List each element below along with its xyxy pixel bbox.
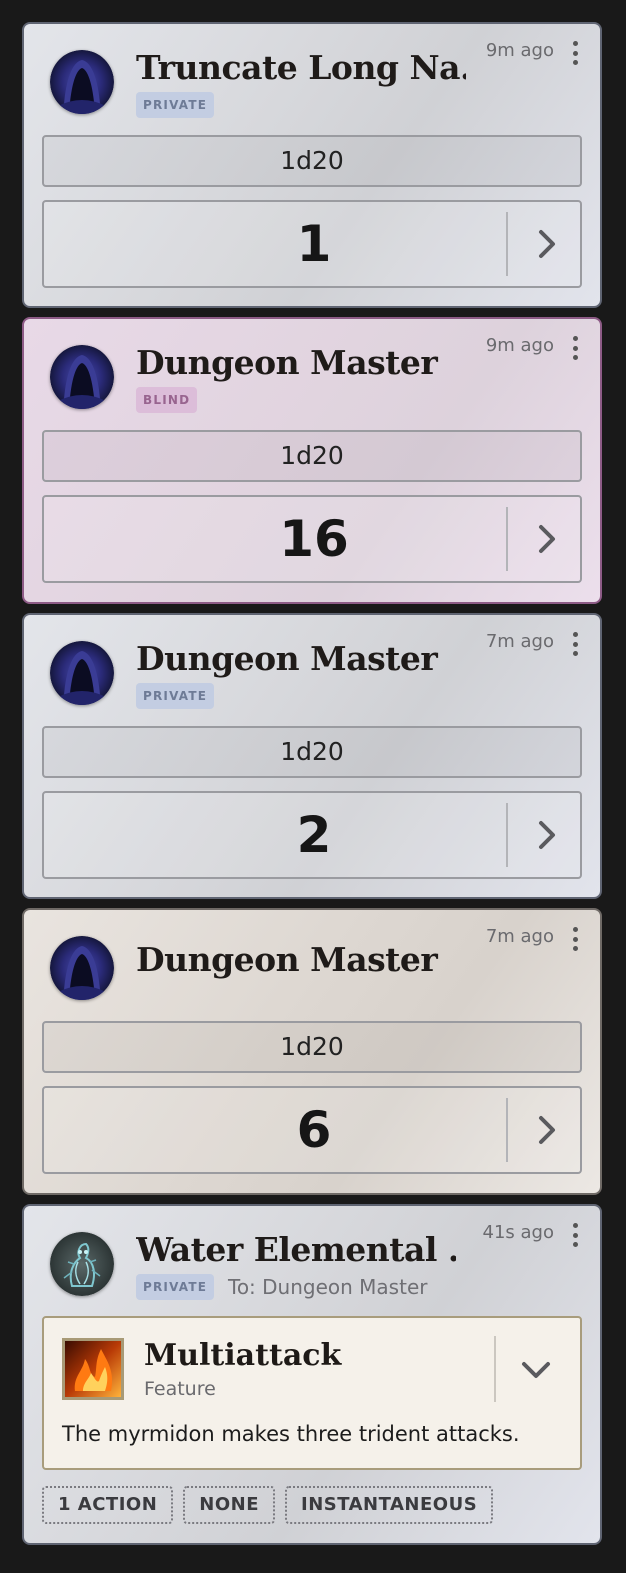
kebab-menu-icon[interactable]: [570, 336, 580, 360]
dice-expression: 1d20: [42, 726, 582, 778]
roll-card: Truncate Long Na… PRIVATE 9m ago 1d20 1: [22, 22, 602, 308]
water-elemental-avatar: [50, 1232, 114, 1296]
tag-concentration: NONE: [183, 1486, 276, 1524]
roller-name: Water Elemental …: [136, 1230, 456, 1269]
hooded-figure-avatar: [50, 50, 114, 114]
chevron-right-icon[interactable]: [528, 817, 564, 853]
roll-result: 6: [296, 1101, 332, 1159]
feature-title: Multiattack: [144, 1338, 342, 1373]
timestamp: 9m ago: [485, 40, 554, 61]
roll-card: Dungeon Master 7m ago 1d20 6: [22, 908, 602, 1195]
roll-card: Dungeon Master BLIND 9m ago 1d20 16: [22, 317, 602, 604]
divider: [506, 212, 508, 276]
roll-result-box: 1: [42, 200, 582, 288]
dice-expression: 1d20: [42, 135, 582, 187]
fire-icon: [62, 1338, 124, 1400]
feature-description: The myrmidon makes three trident attacks…: [62, 1422, 520, 1446]
chevron-right-icon[interactable]: [528, 226, 564, 262]
divider: [506, 803, 508, 867]
chevron-right-icon[interactable]: [528, 1112, 564, 1148]
feature-tags: 1 ACTION NONE INSTANTANEOUS: [42, 1486, 494, 1526]
private-badge: PRIVATE: [136, 683, 215, 709]
blind-badge: BLIND: [136, 387, 198, 413]
feature-panel: Multiattack Feature The myrmidon makes t…: [42, 1316, 582, 1470]
private-badge: PRIVATE: [136, 92, 215, 118]
kebab-menu-icon[interactable]: [570, 632, 580, 656]
timestamp: 7m ago: [485, 631, 554, 652]
kebab-menu-icon[interactable]: [570, 927, 580, 951]
feature-card: Water Elemental … PRIVATE To: Dungeon Ma…: [22, 1204, 602, 1545]
roll-result-box: 2: [42, 791, 582, 879]
dice-expression: 1d20: [42, 430, 582, 482]
roller-name: Dungeon Master: [136, 940, 438, 979]
timestamp: 9m ago: [485, 335, 554, 356]
hooded-figure-avatar: [50, 641, 114, 705]
kebab-menu-icon[interactable]: [570, 1223, 580, 1247]
divider: [494, 1336, 496, 1402]
roll-result: 16: [279, 510, 349, 568]
roll-result: 1: [296, 215, 332, 273]
roll-result-box: 16: [42, 495, 582, 583]
divider: [506, 1098, 508, 1162]
kebab-menu-icon[interactable]: [570, 41, 580, 65]
roller-name: Truncate Long Na…: [136, 48, 466, 87]
feature-type: Feature: [144, 1378, 216, 1400]
timestamp: 41s ago: [482, 1222, 554, 1243]
tag-duration: INSTANTANEOUS: [285, 1486, 494, 1524]
dice-expression: 1d20: [42, 1021, 582, 1073]
roll-result: 2: [296, 806, 332, 864]
roll-result-box: 6: [42, 1086, 582, 1174]
tag-action: 1 ACTION: [42, 1486, 174, 1524]
roller-name: Dungeon Master: [136, 639, 438, 678]
timestamp: 7m ago: [485, 926, 554, 947]
roller-name: Dungeon Master: [136, 343, 438, 382]
divider: [506, 507, 508, 571]
chevron-down-icon[interactable]: [518, 1352, 554, 1388]
recipient-label: To: Dungeon Master: [228, 1275, 428, 1299]
roll-card: Dungeon Master PRIVATE 7m ago 1d20 2: [22, 613, 602, 899]
chevron-right-icon[interactable]: [528, 521, 564, 557]
hooded-figure-avatar: [50, 936, 114, 1000]
roll-feed: Truncate Long Na… PRIVATE 9m ago 1d20 1 …: [0, 0, 626, 1573]
hooded-figure-avatar: [50, 345, 114, 409]
private-badge: PRIVATE: [136, 1274, 215, 1300]
